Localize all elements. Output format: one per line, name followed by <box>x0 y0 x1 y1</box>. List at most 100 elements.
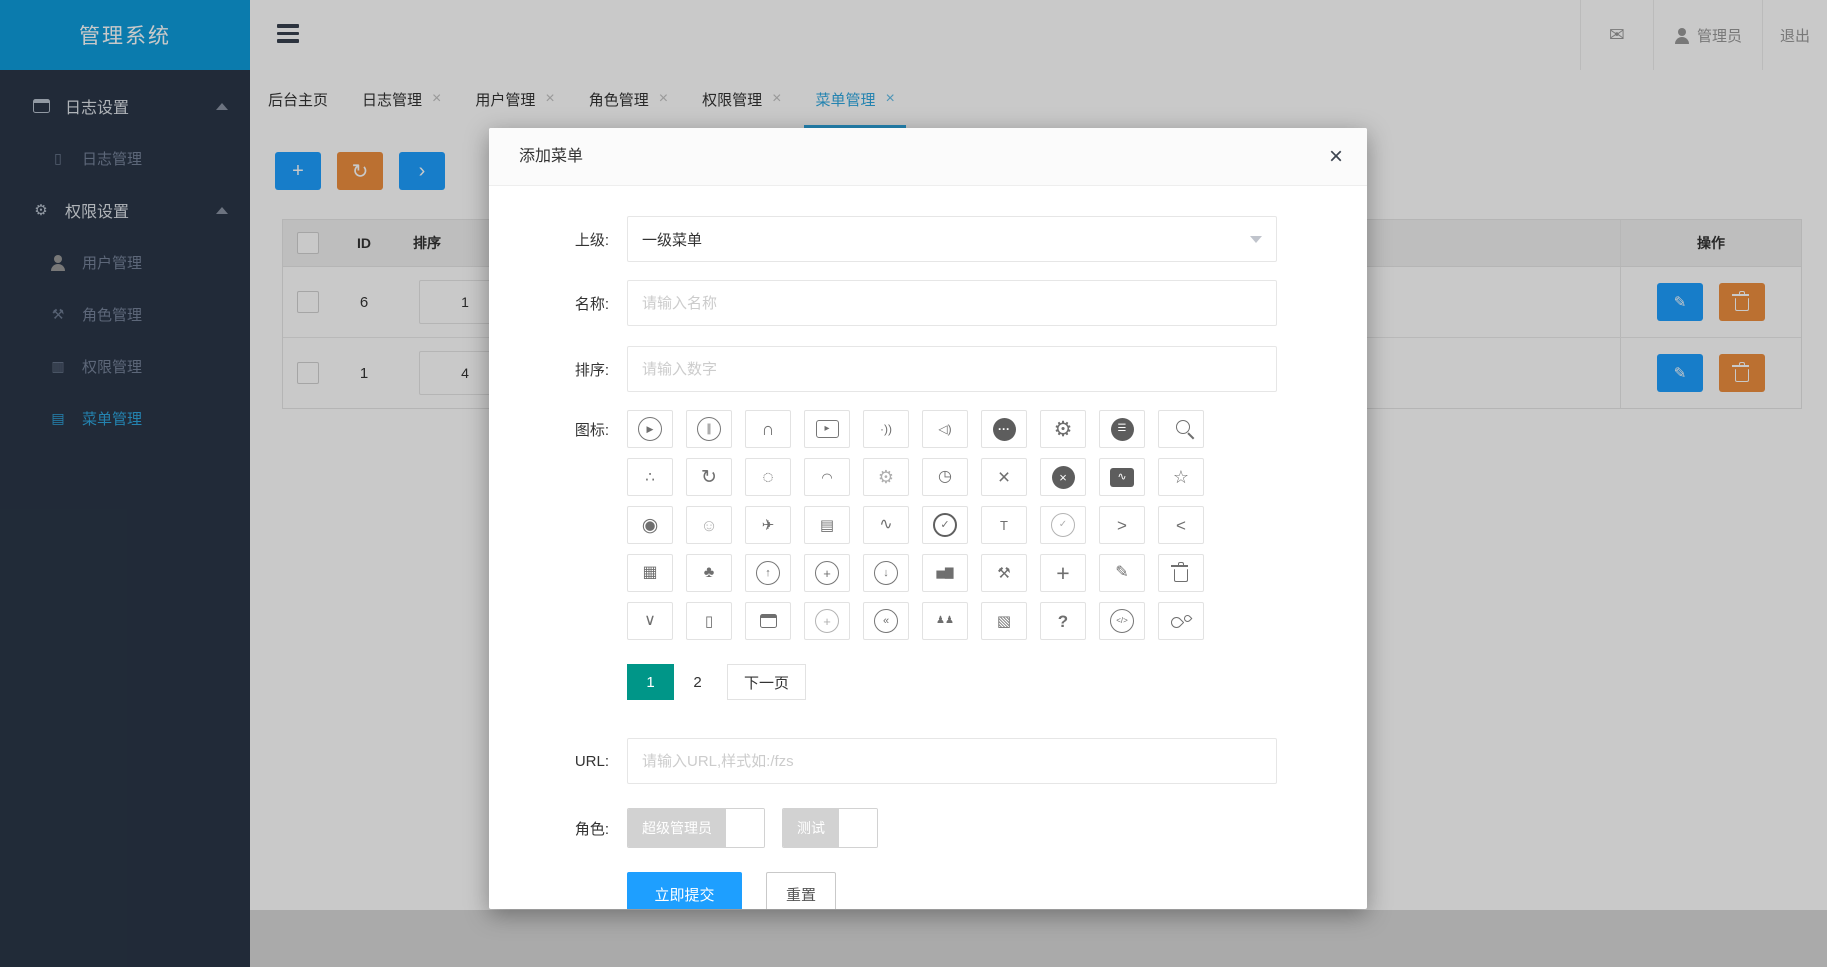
chevron-down-icon: ∨ <box>644 612 656 629</box>
icon-option-prev-circle[interactable]: « <box>863 602 909 640</box>
page-1[interactable]: 1 <box>627 664 674 700</box>
submit-button[interactable]: 立即提交 <box>627 872 742 909</box>
gear-outline-icon: ⚙ <box>877 467 895 487</box>
icon-option-loading-dots[interactable]: ◌ <box>745 458 791 496</box>
icon-option-water-drops[interactable] <box>1158 602 1204 640</box>
icon-field-row: 图标: <box>509 410 627 448</box>
icon-option-play-circle[interactable]: ▶ <box>627 410 673 448</box>
icon-option-tree[interactable]: ♣ <box>686 554 732 592</box>
arrow-up-circle-icon: ↑ <box>756 561 780 585</box>
pulse-icon: ∿ <box>879 516 893 533</box>
water-drops-icon <box>1168 613 1193 630</box>
icon-option-plus-circle-thin[interactable]: + <box>804 602 850 640</box>
icon-pagination: 1 2 下一页 <box>627 664 807 700</box>
sort-input[interactable] <box>627 346 1277 392</box>
tools-icon: ⚒ <box>997 564 1011 582</box>
icon-option-check-circle[interactable]: ✓ <box>1040 506 1086 544</box>
play-circle-icon: ▶ <box>638 417 662 441</box>
icon-option-window[interactable] <box>745 602 791 640</box>
icon-option-plus[interactable]: + <box>1040 554 1086 592</box>
icon-option-send[interactable]: ✈ <box>745 506 791 544</box>
sort-field-label: 排序: <box>574 361 609 379</box>
chevron-right-icon: > <box>1117 515 1127 535</box>
star-icon: ☆ <box>1172 467 1190 487</box>
share-icon: ∴ <box>645 468 655 486</box>
icon-option-gear-filled[interactable]: ⚙ <box>1040 410 1086 448</box>
icon-option-question[interactable]: ? <box>1040 602 1086 640</box>
group-icon: ♟♟ <box>936 615 954 626</box>
url-input[interactable] <box>627 738 1277 784</box>
page-next[interactable]: 下一页 <box>727 664 807 700</box>
icon-option-close[interactable]: × <box>981 458 1027 496</box>
roles-field-row: 角色: <box>509 808 627 848</box>
reset-button[interactable]: 重置 <box>766 872 836 909</box>
role-option-0[interactable]: 超级管理员 <box>627 808 765 848</box>
question-icon: ? <box>1057 611 1069 631</box>
modal-header: 添加菜单 × <box>489 128 1367 186</box>
name-field-label: 名称: <box>574 295 609 313</box>
modal-actions: 立即提交 重置 <box>627 872 836 909</box>
trash-icon <box>1171 562 1188 582</box>
document-icon: ▤ <box>819 516 835 534</box>
icon-option-pause-circle[interactable]: ∥ <box>686 410 732 448</box>
icon-option-pencil[interactable]: ✎ <box>1099 554 1145 592</box>
role-option-1[interactable]: 测试 <box>782 808 878 848</box>
close-icon[interactable]: × <box>1329 128 1343 185</box>
prev-circle-icon: « <box>874 609 898 633</box>
icon-option-tshirt[interactable]: T <box>981 506 1027 544</box>
icon-option-group[interactable]: ♟♟ <box>922 602 968 640</box>
icon-option-share[interactable]: ∴ <box>627 458 673 496</box>
icon-option-table[interactable]: ▦ <box>627 554 673 592</box>
icon-option-chevron-right[interactable]: > <box>1099 506 1145 544</box>
code-circle-icon: </> <box>1110 609 1134 633</box>
icon-option-comment-dots[interactable]: ··· <box>981 410 1027 448</box>
name-input[interactable] <box>627 280 1277 326</box>
icon-option-loading-arc[interactable]: ◠ <box>804 458 850 496</box>
chevron-down-icon <box>1250 235 1262 243</box>
icon-option-arrow-up-circle[interactable]: ↑ <box>745 554 791 592</box>
menu-circle-icon: ☰ <box>1110 417 1134 441</box>
icon-option-close-circle[interactable]: × <box>1040 458 1086 496</box>
chevron-left-icon: < <box>1176 515 1186 535</box>
icon-option-smiley[interactable]: ☺ <box>686 506 732 544</box>
icon-option-code-circle[interactable]: </> <box>1099 602 1145 640</box>
icon-option-video-play[interactable]: ▸ <box>804 410 850 448</box>
role-checkbox <box>839 809 877 847</box>
icon-option-gear-outline[interactable]: ⚙ <box>863 458 909 496</box>
icon-option-chevron-left[interactable]: < <box>1158 506 1204 544</box>
role-options: 超级管理员 测试 <box>627 808 878 848</box>
icon-option-picture[interactable]: ▧ <box>981 602 1027 640</box>
icon-option-arrow-down-circle[interactable]: ↓ <box>863 554 909 592</box>
icon-option-headset[interactable]: ∩ <box>745 410 791 448</box>
role-option-label: 超级管理员 <box>628 809 726 847</box>
roles-field-label: 角色: <box>574 820 609 838</box>
icon-option-menu-circle[interactable]: ☰ <box>1099 410 1145 448</box>
icon-option-chevron-down[interactable]: ∨ <box>627 602 673 640</box>
signal-icon: ·)) <box>880 422 892 436</box>
icon-option-tools[interactable]: ⚒ <box>981 554 1027 592</box>
window-icon <box>759 614 777 628</box>
icon-option-star[interactable]: ☆ <box>1158 458 1204 496</box>
icon-option-pulse[interactable]: ∿ <box>863 506 909 544</box>
icon-option-document[interactable]: ▤ <box>804 506 850 544</box>
page: 管理系统 日志设置 ▯ 日志管理 ⚙ 权限设置 用户管理 ⚒ 角色管理 ▥ 权限管理 ▤ 菜单管理 ✉… <box>0 0 1827 967</box>
icon-option-gauge[interactable]: ◷ <box>922 458 968 496</box>
url-field-label: URL: <box>574 752 609 770</box>
icon-option-signal[interactable]: ·)) <box>863 410 909 448</box>
icon-field-label: 图标: <box>574 421 609 439</box>
icon-option-trash[interactable] <box>1158 554 1204 592</box>
icon-option-plus-circle[interactable]: + <box>804 554 850 592</box>
check-circle-bold-icon: ✓ <box>933 513 957 537</box>
icon-option-chart-board[interactable]: ∿ <box>1099 458 1145 496</box>
page-2[interactable]: 2 <box>674 664 721 700</box>
add-menu-modal: 添加菜单 × 上级: 一级菜单 名称: 排序: 图标: ▶ ∥ ∩ ▸ ·)) ◁) ···… <box>489 128 1367 909</box>
icon-option-record[interactable]: ◉ <box>627 506 673 544</box>
icon-option-search[interactable] <box>1158 410 1204 448</box>
file-icon: ▯ <box>704 612 714 630</box>
parent-select[interactable]: 一级菜单 <box>627 216 1277 262</box>
icon-option-refresh[interactable]: ↻ <box>686 458 732 496</box>
icon-option-bar-chart[interactable]: ▅▇ <box>922 554 968 592</box>
icon-option-file[interactable]: ▯ <box>686 602 732 640</box>
icon-option-check-circle-bold[interactable]: ✓ <box>922 506 968 544</box>
icon-option-speaker[interactable]: ◁) <box>922 410 968 448</box>
